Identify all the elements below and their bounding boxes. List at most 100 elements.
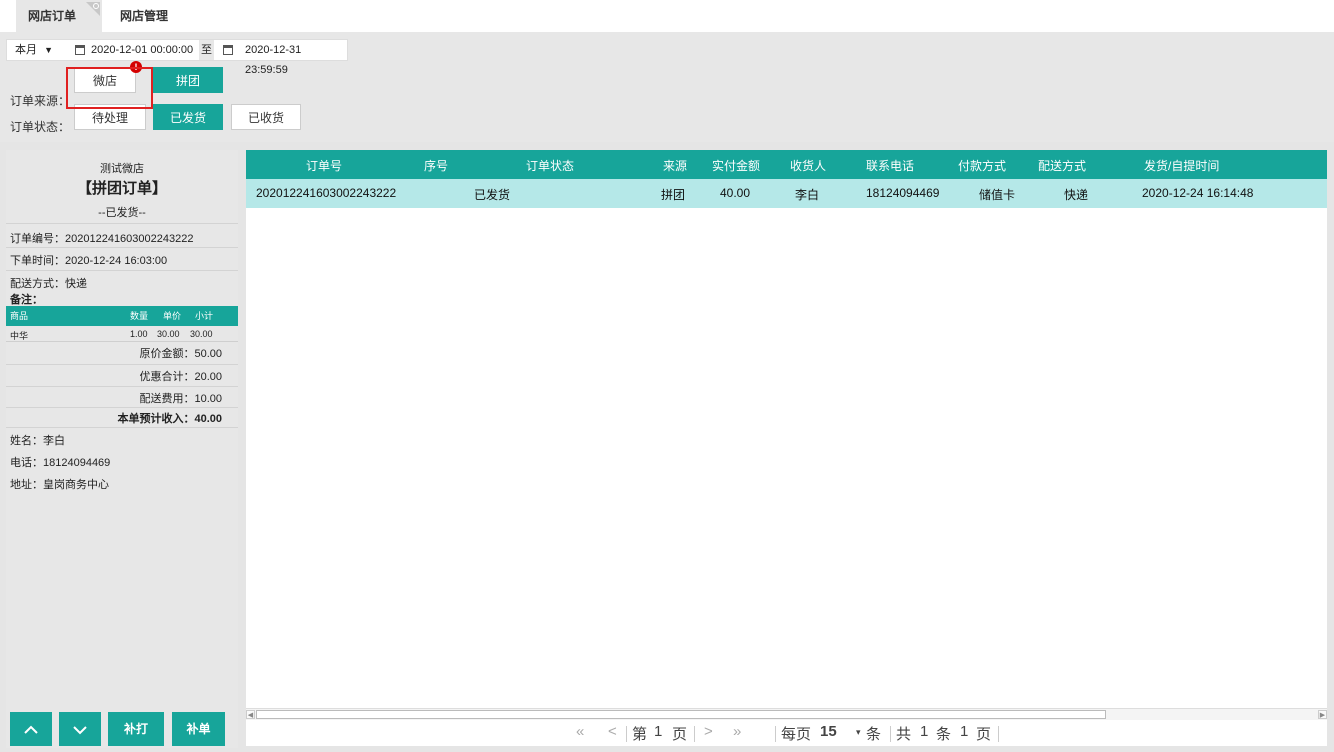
end-date[interactable]: 2020-12-31 23:59:59: [245, 40, 347, 80]
divider: [626, 726, 627, 742]
next-page-icon[interactable]: >: [704, 723, 713, 740]
divider: [6, 247, 238, 248]
customer-name: 姓名：李白: [10, 435, 65, 447]
status-pending-label: 待处理: [91, 111, 128, 125]
prev-order-button[interactable]: [10, 712, 52, 746]
order-type: 【拼团订单】: [76, 180, 167, 197]
total-items: 1: [920, 723, 929, 740]
goods-subtotal: 30.00: [190, 329, 213, 339]
goods-table-header: 商品 数量 单价 小计: [6, 306, 238, 326]
next-order-button[interactable]: [59, 712, 101, 746]
divider: [6, 270, 238, 271]
divider: [6, 407, 238, 408]
period-select[interactable]: 本月 ▼: [15, 40, 53, 60]
tab-online-manage[interactable]: 网店管理: [108, 0, 180, 32]
goods-name: 中华: [10, 331, 29, 341]
goods-price: 30.00: [157, 329, 180, 339]
goods-qty: 1.00: [130, 329, 148, 339]
scrollbar-thumb[interactable]: [256, 710, 1106, 719]
chevron-up-icon: [24, 725, 38, 734]
prev-page-icon[interactable]: <: [608, 723, 617, 740]
remark-label: 备注：: [10, 294, 43, 306]
col-delivery: 配送方式: [1038, 159, 1087, 173]
pagination: « < 第 1 页 > » 每页 15 ▾ 条 共 1 条 1 页: [246, 720, 1327, 746]
cell-source: 拼团: [661, 188, 686, 202]
order-time: 下单时间：2020-12-24 16:03:00: [10, 255, 168, 267]
calendar-icon: [223, 45, 233, 55]
chevron-down-icon: [73, 726, 87, 735]
goods-col-qty: 数量: [130, 311, 149, 321]
date-range-picker[interactable]: 本月 ▼ 2020-12-01 00:00:00 至 2020-12-31 23…: [6, 39, 348, 76]
tab-bar: 网店订单 网店管理: [0, 0, 1334, 32]
period-value: 本月: [15, 44, 37, 56]
close-icon[interactable]: [86, 2, 100, 16]
page-prefix: 第: [632, 726, 648, 743]
shop-name: 测试微店: [100, 163, 144, 175]
per-page-prefix: 每页: [781, 726, 812, 743]
start-date[interactable]: 2020-12-01 00:00:00: [91, 40, 193, 60]
divider: [6, 386, 238, 387]
status-received-button[interactable]: 已收货: [231, 104, 301, 130]
cell-order-no: 202012241603002243222: [256, 186, 397, 200]
highlight-box: [66, 67, 153, 109]
reprint-button[interactable]: 补打: [108, 712, 164, 746]
per-page-select[interactable]: 15: [820, 723, 837, 740]
horizontal-scrollbar[interactable]: ◀ ▶: [246, 708, 1327, 720]
col-receiver: 收货人: [790, 159, 827, 173]
orders-table: 订单号 序号 订单状态 来源 实付金额 收货人 联系电话 付款方式 配送方式 发…: [246, 150, 1327, 746]
dropdown-arrow-icon: ▼: [44, 45, 53, 55]
cell-ship-time: 2020-12-24 16:14:48: [1142, 186, 1254, 200]
cell-payment: 储值卡: [979, 188, 1016, 202]
cell-status: 已发货: [474, 188, 511, 202]
table-row[interactable]: 202012241603002243222 已发货 拼团 40.00 李白 18…: [246, 179, 1327, 208]
expected-income: 本单预计收入：40.00: [117, 413, 222, 425]
discount-total: 优惠合计：20.00: [139, 371, 222, 383]
order-source-label: 订单来源：: [10, 94, 71, 108]
order-status-label: 订单状态：: [10, 120, 71, 134]
table-header: 订单号 序号 订单状态 来源 实付金额 收货人 联系电话 付款方式 配送方式 发…: [246, 150, 1327, 179]
first-page-icon[interactable]: «: [576, 723, 584, 740]
page-number-input[interactable]: 1: [654, 723, 662, 740]
col-source: 来源: [663, 159, 688, 173]
col-seq: 序号: [424, 159, 449, 173]
scroll-left-icon[interactable]: ◀: [246, 710, 255, 719]
order-detail-panel: 测试微店 【拼团订单】 --已发货-- 订单编号：202012241603002…: [6, 150, 238, 748]
divider: [6, 364, 238, 365]
total-suffix: 页: [976, 726, 992, 743]
source-groupbuy-label: 拼团: [175, 74, 200, 88]
tab-online-orders[interactable]: 网店订单: [16, 0, 102, 32]
supplement-order-button[interactable]: 补单: [172, 712, 225, 746]
dropdown-arrow-icon[interactable]: ▾: [856, 727, 861, 738]
goods-col-subtotal: 小计: [195, 311, 214, 321]
status-received-label: 已收货: [247, 111, 284, 125]
tab-online-manage-label: 网店管理: [120, 9, 169, 23]
customer-address: 地址：皇岗商务中心: [10, 479, 109, 491]
customer-phone: 电话：18124094469: [10, 457, 111, 469]
total-mid: 条: [936, 726, 952, 743]
cell-phone: 18124094469: [866, 186, 940, 200]
col-payment: 付款方式: [958, 159, 1007, 173]
original-amount: 原价金额：50.00: [139, 348, 222, 360]
last-page-icon[interactable]: »: [733, 723, 741, 740]
date-to-label: 至: [199, 40, 214, 60]
divider: [6, 427, 238, 428]
col-phone: 联系电话: [866, 159, 915, 173]
divider: [694, 726, 695, 742]
status-shipped-button[interactable]: 已发货: [153, 104, 223, 130]
total-pages: 1: [960, 723, 969, 740]
source-groupbuy-button[interactable]: 拼团: [153, 67, 223, 93]
col-paid: 实付金额: [712, 159, 761, 173]
delivery-method: 配送方式：快递: [10, 278, 87, 290]
scroll-right-icon[interactable]: ▶: [1318, 710, 1327, 719]
tab-online-orders-label: 网店订单: [28, 9, 77, 23]
cell-paid: 40.00: [720, 186, 751, 200]
divider: [6, 223, 238, 224]
col-order-no: 订单号: [306, 159, 343, 173]
col-status: 订单状态: [526, 159, 575, 173]
col-ship-time: 发货/自提时间: [1144, 159, 1220, 173]
divider: [775, 726, 776, 742]
shipping-fee: 配送费用：10.00: [139, 393, 222, 405]
status-shipped-label: 已发货: [169, 111, 206, 125]
filter-panel: 本月 ▼ 2020-12-01 00:00:00 至 2020-12-31 23…: [0, 32, 1334, 142]
per-page-suffix: 条: [866, 726, 882, 743]
